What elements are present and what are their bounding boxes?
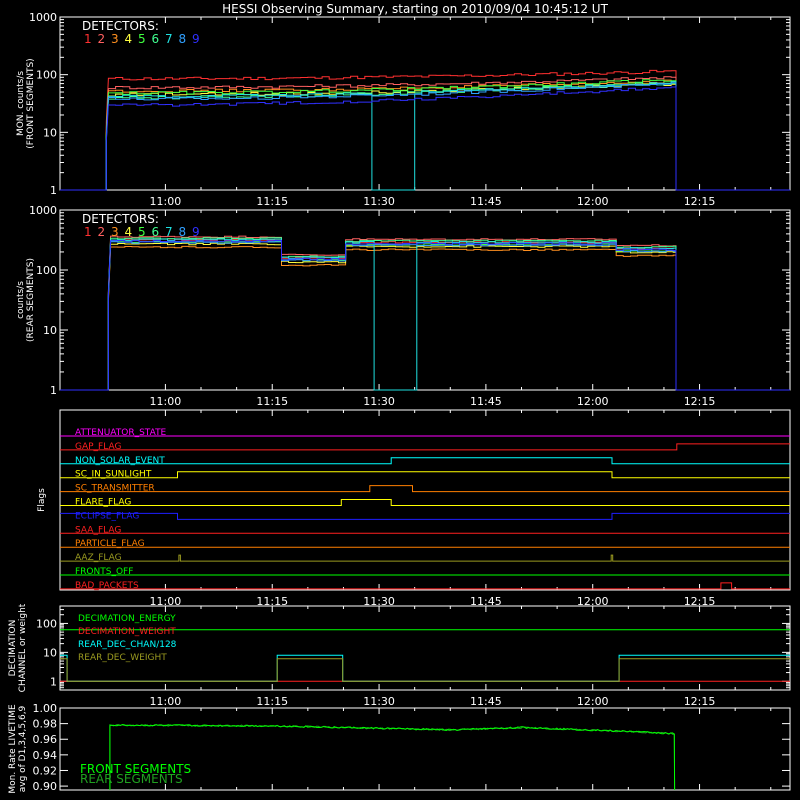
livetime-panel-ylabel: Mon. Rate LIVETIME	[8, 704, 18, 794]
front-panel-detector-number: 7	[165, 32, 173, 46]
rear-panel-ylabel: counts/s	[16, 281, 26, 319]
decimation-legend-entry: DECIMATION_ENERGY	[78, 614, 176, 624]
decimation-panel-ytick-label: 10	[43, 646, 57, 659]
decimation-panel-xtick-label: 12:00	[577, 695, 609, 708]
decimation-legend-entry: REAR_DEC_WEIGHT	[78, 653, 167, 663]
livetime-panel-ytick-label: 0.94	[33, 749, 58, 762]
rear-panel-xtick-label: 12:15	[684, 395, 716, 408]
front-panel-detector-number: 3	[111, 32, 119, 46]
rear-panel-detector-number: 4	[125, 225, 133, 239]
rear-panel-xtick-label: 12:00	[577, 395, 609, 408]
front-panel-ytick-label: 100	[36, 69, 57, 82]
rear-panel-xtick-label: 11:45	[470, 395, 502, 408]
front-panel-detector-number: 8	[179, 32, 187, 46]
front-panel-xtick-label: 12:15	[684, 195, 716, 208]
front-panel-ytick-label: 1	[50, 184, 57, 197]
flags-panel-ylabel: Flags	[37, 488, 47, 512]
front-panel-xtick-label: 11:15	[256, 195, 288, 208]
decimation-legend-entry: DECIMATION_WEIGHT	[78, 627, 176, 637]
decimation-panel-xtick-label: 11:30	[363, 695, 395, 708]
livetime-panel-ytick-label: 0.96	[33, 733, 58, 746]
decimation-panel-ytick-label: 1	[50, 675, 57, 688]
front-panel-detector-number: 9	[192, 32, 200, 46]
front-panel-detector-number: 1	[84, 32, 92, 46]
rear-panel-detector-number: 6	[152, 225, 160, 239]
rear-panel-ytick-label: 1000	[29, 204, 57, 217]
front-panel-detector-number: 2	[98, 32, 106, 46]
livetime-panel-ytick-label: 0.90	[33, 780, 58, 793]
observing-summary-figure: HESSI Observing Summary, starting on 201…	[0, 0, 800, 800]
rear-panel-ytick-label: 1	[50, 384, 57, 397]
front-panel-ylabel: (FRONT SEGMENTS)	[26, 58, 36, 148]
rear-panel-ylabel: (REAR SEGMENTS)	[26, 258, 36, 342]
figure-title: HESSI Observing Summary, starting on 201…	[222, 2, 608, 16]
decimation-panel-ylabel: DECIMATION	[8, 620, 18, 677]
front-panel-detector-number: 6	[152, 32, 160, 46]
rear-panel-detectors-label: DETECTORS:	[82, 212, 159, 226]
rear-panel-detector-number: 3	[111, 225, 119, 239]
livetime-panel-ytick-label: 0.92	[33, 764, 58, 777]
rear-panel-xtick-label: 11:00	[150, 395, 182, 408]
decimation-panel-xtick-label: 12:15	[684, 695, 716, 708]
rear-panel-detector-number: 1	[84, 225, 92, 239]
rear-panel-ytick-label: 100	[36, 264, 57, 277]
rear-panel-ytick-label: 10	[43, 324, 57, 337]
front-panel-xtick-label: 11:30	[363, 195, 395, 208]
front-panel-xtick-label: 12:00	[577, 195, 609, 208]
livetime-panel-ylabel: avg of D1,3,4,5,6,9	[18, 705, 28, 792]
rear-panel-detector-number: 9	[192, 225, 200, 239]
decimation-panel-ylabel: CHANNEL or weight	[18, 603, 28, 692]
rear-panel-xtick-label: 11:15	[256, 395, 288, 408]
rear-panel-detector-number: 8	[179, 225, 187, 239]
figure-background	[0, 0, 800, 800]
front-panel-ytick-label: 10	[43, 126, 57, 139]
rear-panel-detector-number: 2	[98, 225, 106, 239]
livetime-panel-ytick-label: 0.98	[33, 718, 58, 731]
front-panel-ylabel: MON. counts/s	[16, 71, 26, 136]
front-panel-ytick-label: 1000	[29, 11, 57, 24]
decimation-panel-xtick-label: 11:45	[470, 695, 502, 708]
decimation-panel-xtick-label: 11:15	[256, 695, 288, 708]
livetime-panel-ytick-label: 1.00	[33, 702, 58, 715]
front-panel-detector-number: 5	[138, 32, 146, 46]
livetime-legend-entry: REAR SEGMENTS	[80, 772, 183, 786]
front-panel-detectors-label: DETECTORS:	[82, 19, 159, 33]
decimation-panel-xtick-label: 11:00	[150, 695, 182, 708]
decimation-legend-entry: REAR_DEC_CHAN/128	[78, 640, 177, 650]
front-panel-xtick-label: 11:45	[470, 195, 502, 208]
rear-panel-xtick-label: 11:30	[363, 395, 395, 408]
front-panel-detector-number: 4	[125, 32, 133, 46]
rear-panel-detector-number: 5	[138, 225, 146, 239]
rear-panel-detector-number: 7	[165, 225, 173, 239]
front-panel-xtick-label: 11:00	[150, 195, 182, 208]
decimation-panel-ytick-label: 100	[36, 617, 57, 630]
